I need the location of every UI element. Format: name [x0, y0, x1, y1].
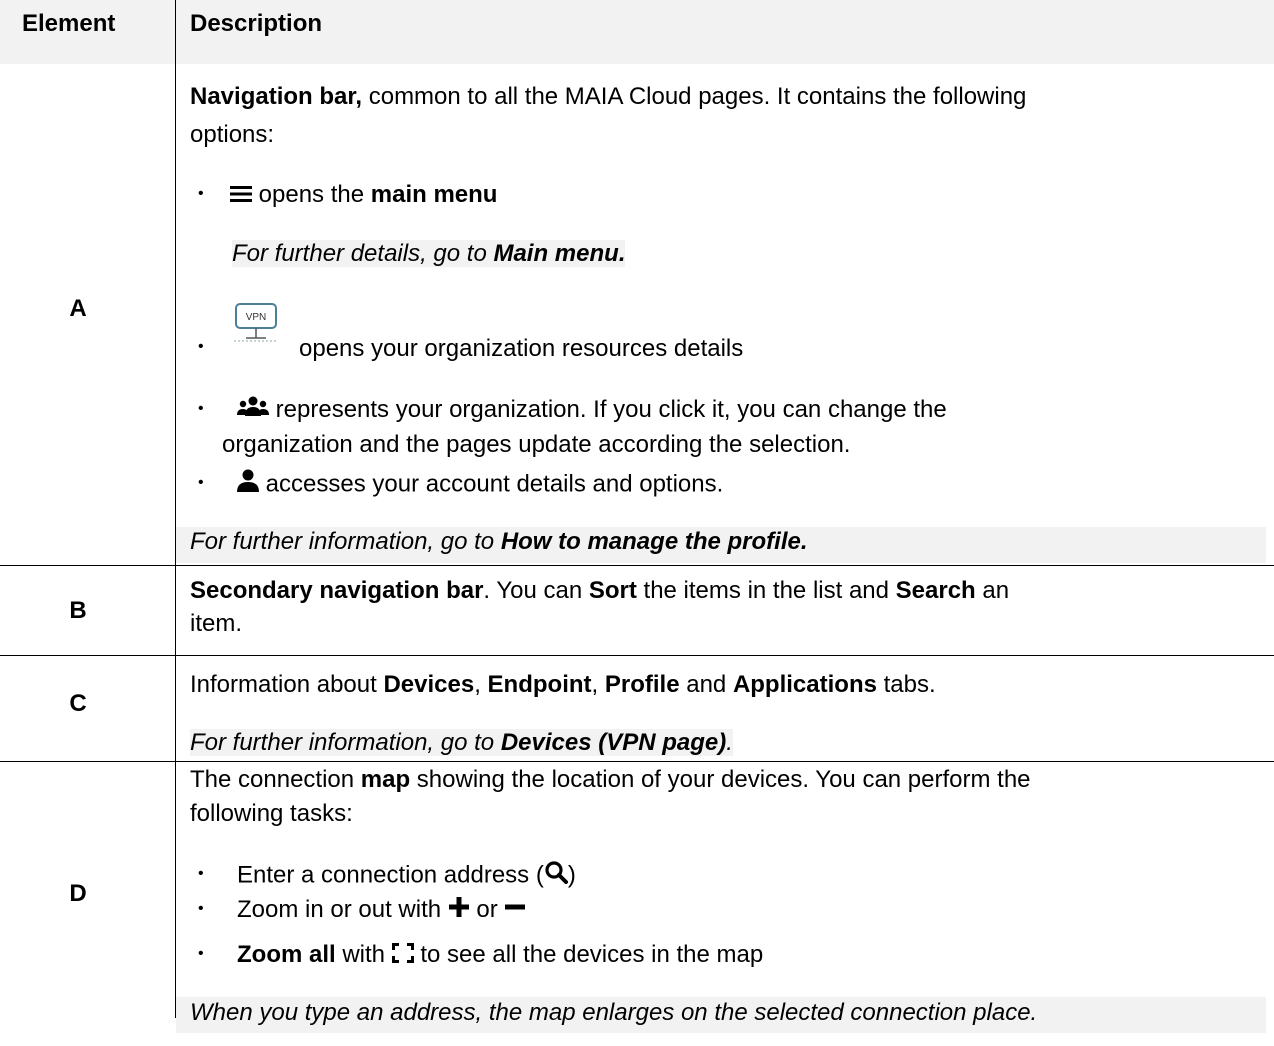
minus-icon	[504, 896, 526, 926]
bullet-dot: •	[198, 400, 204, 417]
row-d-bullet-zoom-all: Zoom all with to see all the devices in …	[237, 940, 763, 971]
row-a-intro-line2: options:	[190, 121, 275, 148]
row-a-bullet-main-menu: opens the main menu	[230, 180, 497, 211]
column-divider	[175, 0, 176, 1018]
row-c-note: For further information, go to Devices (…	[190, 729, 733, 756]
column-header-description: Description	[190, 10, 323, 37]
row-d-intro-line2: following tasks:	[190, 800, 353, 827]
bullet-dot: •	[198, 474, 204, 491]
row-c-line1: Information about Devices, Endpoint, Pro…	[190, 671, 936, 698]
row-b-line1: Secondary navigation bar. You can Sort t…	[190, 577, 1010, 604]
row-d-bullet-search: Enter a connection address ( )	[237, 860, 576, 892]
row-d-intro-line1: The connection map showing the location …	[190, 766, 1031, 793]
bullet-dot: •	[198, 338, 204, 355]
users-group-icon	[237, 396, 269, 426]
row-a-bullet-account: accesses your account details and option…	[237, 469, 723, 501]
row-divider	[0, 655, 1274, 656]
bullet-dot: •	[198, 900, 204, 917]
row-letter-a: A	[69, 295, 87, 322]
row-b-line2: item.	[190, 610, 243, 637]
row-d-bullet-zoom: Zoom in or out with or	[237, 895, 526, 926]
row-a-intro-line1: Navigation bar, common to all the MAIA C…	[190, 83, 1027, 110]
bullet-dot: •	[198, 945, 204, 962]
table-header: Element Description	[0, 0, 1274, 64]
row-a-bullet-organization-line2: organization and the pages update accord…	[222, 431, 851, 458]
search-icon	[544, 860, 568, 892]
row-letter-c: C	[69, 690, 87, 717]
row-a-note-main-menu: For further details, go to Main menu.	[232, 240, 626, 267]
row-a-note-profile: For further information, go to How to ma…	[190, 528, 808, 555]
row-d-note: When you type an address, the map enlarg…	[190, 999, 1038, 1026]
hamburger-menu-icon	[230, 181, 252, 211]
plus-icon	[448, 896, 470, 926]
row-letter-b: B	[69, 597, 87, 624]
row-divider	[0, 565, 1274, 566]
row-divider	[0, 761, 1274, 762]
user-account-icon	[237, 469, 259, 501]
row-letter-d: D	[69, 880, 87, 907]
bullet-dot: •	[198, 865, 204, 882]
svg-text:VPN: VPN	[246, 312, 267, 323]
row-a-bullet-vpn-text: opens your organization resources detail…	[299, 335, 744, 362]
expand-icon	[391, 941, 414, 971]
vpn-resources-icon: VPN	[232, 303, 280, 352]
row-a-bullet-organization-line1: represents your organization. If you cli…	[237, 395, 947, 426]
column-header-element: Element	[22, 10, 116, 37]
bullet-dot: •	[198, 185, 204, 202]
